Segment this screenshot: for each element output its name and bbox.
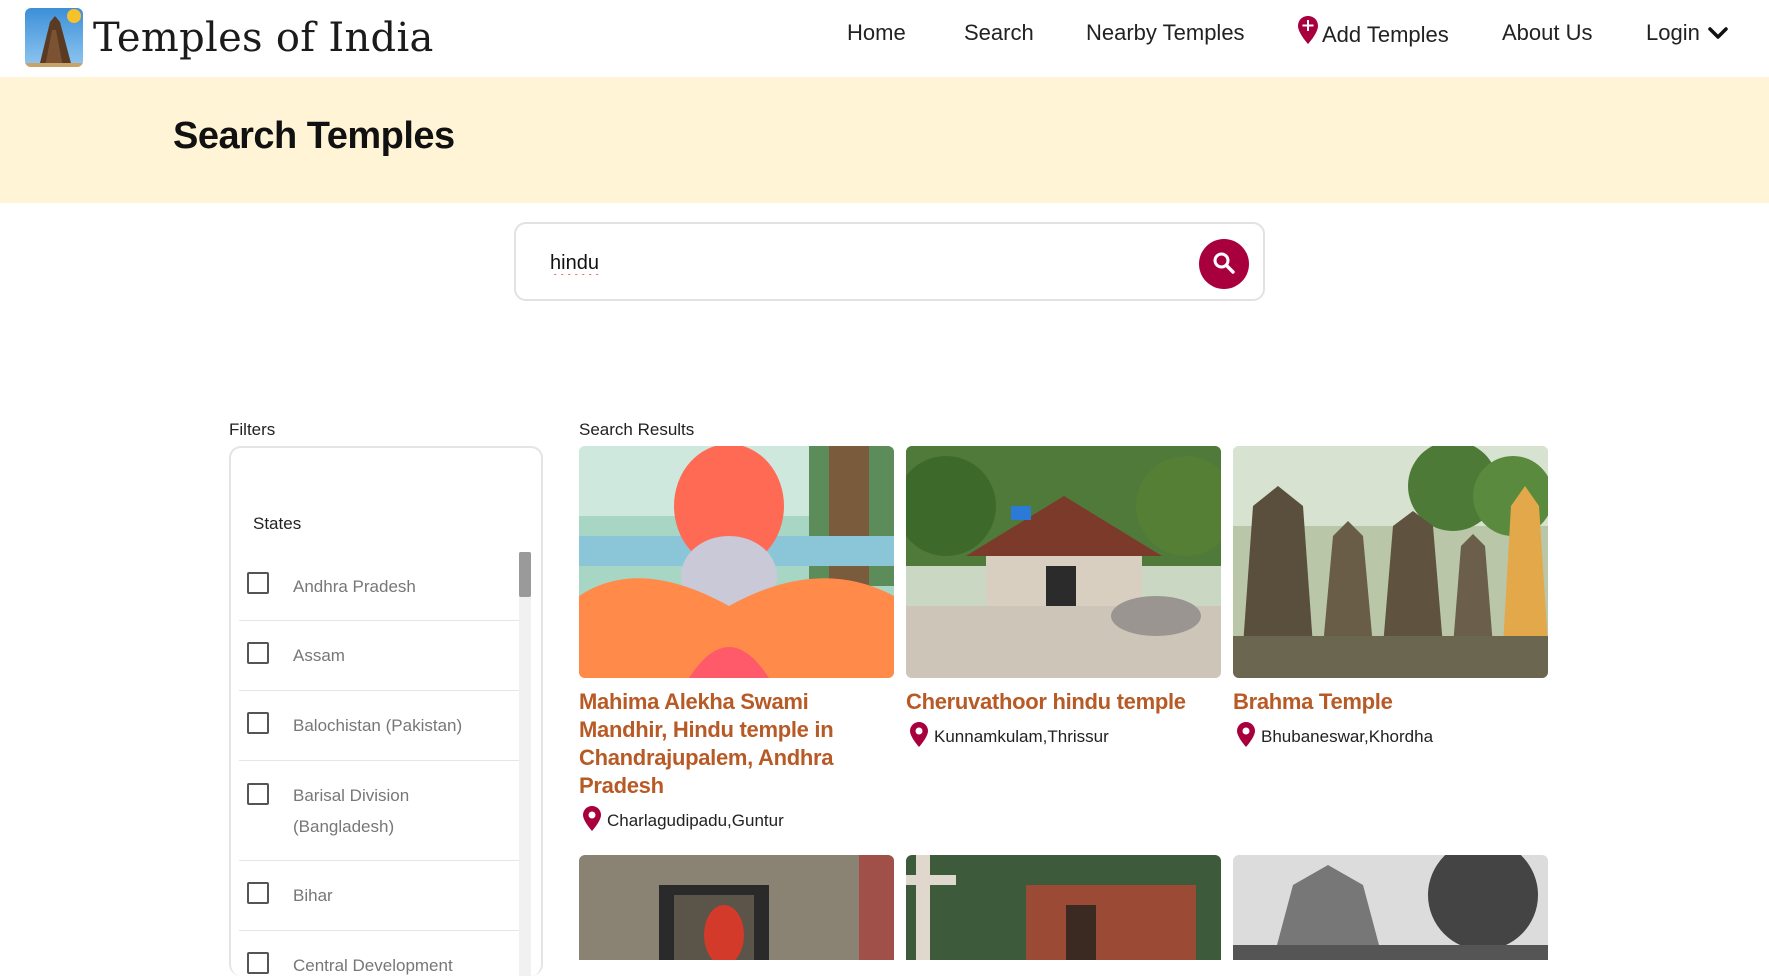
nav-about-us[interactable]: About Us xyxy=(1502,20,1593,46)
state-item[interactable]: Andhra Pradesh xyxy=(239,552,519,621)
state-item[interactable]: Balochistan (Pakistan) xyxy=(239,691,519,761)
result-title[interactable]: Mahima Alekha Swami Mandhir, Hindu templ… xyxy=(579,688,894,800)
state-checkbox[interactable] xyxy=(247,952,269,974)
location-pin-icon xyxy=(583,806,601,836)
search-input[interactable] xyxy=(550,246,1150,280)
nav-add-temples-label: Add Temples xyxy=(1322,22,1449,47)
result-card[interactable]: Mahima Alekha Swami Mandhir, Hindu templ… xyxy=(579,446,894,836)
state-checkbox[interactable] xyxy=(247,642,269,664)
search-button[interactable] xyxy=(1199,239,1249,289)
state-item[interactable]: Barisal Division (Bangladesh) xyxy=(239,761,519,861)
top-navbar: Temples of India Home Search Nearby Temp… xyxy=(0,0,1769,77)
filter-panel: States Andhra Pradesh Assam Balochistan … xyxy=(229,446,543,976)
nav-home[interactable]: Home xyxy=(847,20,906,46)
state-checkbox[interactable] xyxy=(247,882,269,904)
state-item[interactable]: Assam xyxy=(239,621,519,691)
state-checkbox[interactable] xyxy=(247,572,269,594)
search-icon xyxy=(1212,251,1236,278)
state-list: Andhra Pradesh Assam Balochistan (Pakist… xyxy=(239,552,519,976)
result-location-text: Charlagudipadu,Guntur xyxy=(607,811,784,830)
temple-photo[interactable] xyxy=(579,446,894,678)
state-label: Barisal Division (Bangladesh) xyxy=(293,786,410,836)
results-label: Search Results xyxy=(579,420,695,439)
result-card[interactable]: Brahma Temple Bhubaneswar,Khordha xyxy=(1233,446,1548,752)
filter-scrollbar-thumb[interactable] xyxy=(519,552,531,597)
temple-photo[interactable] xyxy=(579,855,894,960)
search-bar xyxy=(514,222,1265,301)
state-checkbox[interactable] xyxy=(247,712,269,734)
states-heading: States xyxy=(253,514,302,533)
result-title[interactable]: Brahma Temple xyxy=(1233,688,1548,716)
location-pin-icon xyxy=(910,722,928,752)
state-item[interactable]: Bihar xyxy=(239,861,519,931)
location-pin-icon xyxy=(1237,722,1255,752)
state-label: Assam xyxy=(293,646,345,665)
result-location-text: Kunnamkulam,Thrissur xyxy=(934,727,1109,746)
temple-photo[interactable] xyxy=(1233,446,1548,678)
result-location: Kunnamkulam,Thrissur xyxy=(906,722,1221,752)
temple-photo[interactable] xyxy=(1233,855,1548,960)
state-item[interactable]: Central Development xyxy=(239,931,519,976)
result-location-text: Bhubaneswar,Khordha xyxy=(1261,727,1434,746)
nav-search[interactable]: Search xyxy=(964,20,1034,46)
nav-nearby-temples[interactable]: Nearby Temples xyxy=(1086,20,1245,46)
temple-photo[interactable] xyxy=(906,446,1221,678)
result-title[interactable]: Cheruvathoor hindu temple xyxy=(906,688,1221,716)
map-pin-plus-icon xyxy=(1298,16,1318,50)
nav-login[interactable]: Login xyxy=(1646,20,1728,46)
hero-banner: Search Temples xyxy=(0,77,1769,203)
temple-photo[interactable] xyxy=(906,855,1221,960)
filters-label: Filters xyxy=(229,420,276,439)
state-checkbox[interactable] xyxy=(247,783,269,805)
state-label: Central Development xyxy=(293,956,453,975)
result-location: Charlagudipadu,Guntur xyxy=(579,806,894,836)
filter-scrollbar[interactable] xyxy=(519,552,531,976)
nav-login-label: Login xyxy=(1646,20,1700,45)
main-nav: Home Search Nearby Temples Add Temples A… xyxy=(0,16,1769,52)
page-title: Search Temples xyxy=(173,115,455,157)
state-label: Bihar xyxy=(293,886,333,905)
nav-add-temples[interactable]: Add Temples xyxy=(1298,16,1449,50)
state-label: Balochistan (Pakistan) xyxy=(293,716,463,735)
result-location: Bhubaneswar,Khordha xyxy=(1233,722,1548,752)
state-label: Andhra Pradesh xyxy=(293,577,416,596)
chevron-down-icon xyxy=(1708,20,1728,46)
result-card[interactable]: Cheruvathoor hindu temple Kunnamkulam,Th… xyxy=(906,446,1221,752)
